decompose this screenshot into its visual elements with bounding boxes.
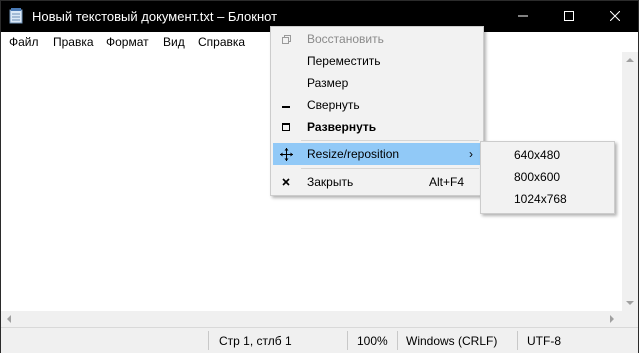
status-divider [517, 331, 518, 350]
status-encoding: UTF-8 [527, 334, 561, 348]
scroll-up-icon[interactable] [626, 58, 634, 62]
scroll-left-icon[interactable] [7, 315, 11, 323]
menu-item-label: Свернуть [307, 98, 360, 112]
menu-separator [301, 140, 479, 141]
status-line-ending: Windows (CRLF) [406, 334, 498, 348]
close-icon [279, 175, 293, 189]
submenu-item-label: 800x600 [514, 170, 561, 184]
window-title: Новый текстовый документ.txt – Блокнот [32, 9, 278, 24]
maximize-icon [564, 10, 574, 24]
submenu-item-label: 640x480 [514, 148, 561, 162]
submenu-item-label: 1024x768 [514, 192, 567, 206]
menu-item-label: Развернуть [307, 120, 377, 134]
menu-item-label: Закрыть [307, 175, 354, 189]
minimize-icon [279, 98, 293, 112]
menu-file[interactable]: Файл [9, 35, 39, 49]
system-menu: Восстановить Переместить Размер Свернуть… [270, 26, 484, 196]
minimize-icon [518, 10, 528, 24]
status-bar: Стр 1, стлб 1 100% Windows (CRLF) UTF-8 [1, 327, 638, 353]
menu-format[interactable]: Формат [106, 35, 149, 49]
menu-item-shortcut: Alt+F4 [429, 175, 465, 189]
close-icon [609, 10, 621, 24]
status-divider [347, 331, 348, 350]
minimize-button[interactable] [500, 1, 546, 32]
status-divider [397, 331, 398, 350]
submenu-arrow-icon: › [469, 147, 473, 161]
maximize-button[interactable] [546, 1, 592, 32]
submenu-item-800x600[interactable]: 800x600 [483, 166, 612, 188]
maximize-icon [279, 120, 293, 134]
menu-item-minimize[interactable]: Свернуть [273, 94, 481, 116]
menu-item-label: Размер [307, 76, 349, 90]
status-divider [208, 331, 209, 350]
close-button[interactable] [592, 1, 638, 32]
restore-icon [279, 32, 293, 46]
submenu-item-1024x768[interactable]: 1024x768 [483, 188, 612, 210]
scroll-down-icon[interactable] [626, 301, 634, 305]
menu-item-maximize[interactable]: Развернуть [273, 116, 481, 138]
menu-edit[interactable]: Правка [53, 35, 94, 49]
status-zoom: 100% [357, 334, 388, 348]
menu-view[interactable]: Вид [163, 35, 185, 49]
menu-separator [301, 168, 479, 169]
menu-item-resize-reposition[interactable]: Resize/reposition › [273, 143, 481, 165]
menu-item-close[interactable]: Закрыть Alt+F4 [273, 171, 481, 193]
scroll-right-icon[interactable] [610, 315, 614, 323]
menu-item-size[interactable]: Размер [273, 72, 481, 94]
menu-item-move[interactable]: Переместить [273, 50, 481, 72]
menu-item-restore[interactable]: Восстановить [273, 28, 481, 50]
resize-submenu: 640x480 800x600 1024x768 [480, 141, 615, 214]
notepad-icon[interactable] [9, 8, 23, 24]
move-icon [279, 147, 293, 161]
vertical-scrollbar[interactable] [622, 52, 638, 327]
menu-help[interactable]: Справка [198, 35, 245, 49]
horizontal-scrollbar[interactable] [1, 311, 622, 327]
menu-item-label: Переместить [307, 54, 381, 68]
submenu-item-640x480[interactable]: 640x480 [483, 144, 612, 166]
menu-item-label: Resize/reposition [307, 147, 400, 161]
status-cursor-position: Стр 1, стлб 1 [219, 334, 292, 348]
menu-item-label: Восстановить [307, 32, 384, 46]
scrollbar-corner [622, 311, 638, 327]
